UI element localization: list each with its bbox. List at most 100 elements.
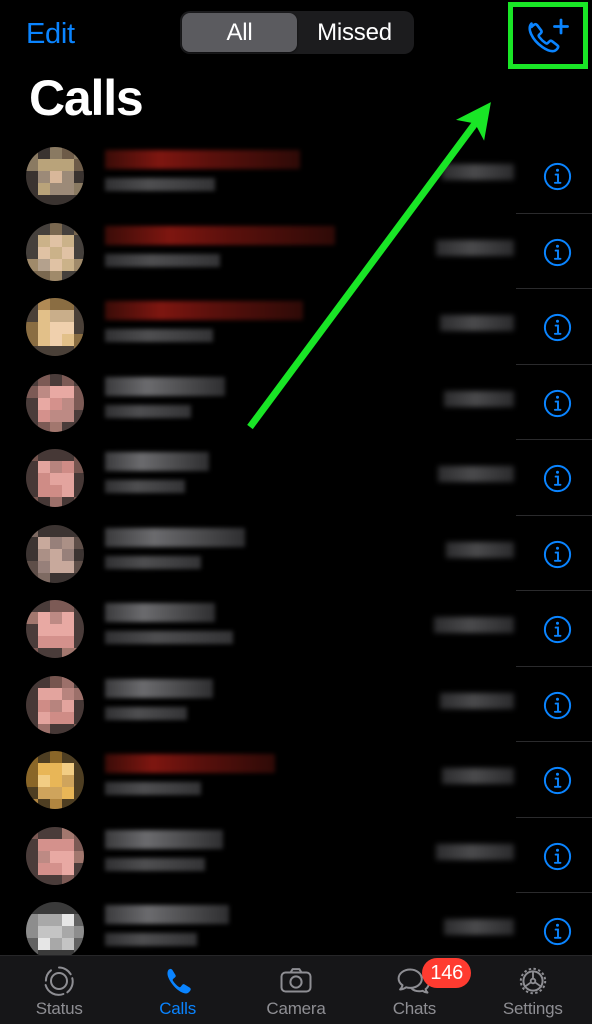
avatar-pixel (38, 902, 50, 914)
avatar-pixel (74, 421, 84, 432)
avatar-pixel (74, 838, 84, 851)
avatar-pixel (50, 322, 62, 334)
call-row-text (105, 678, 213, 720)
avatar (26, 751, 84, 809)
info-circle-icon (543, 162, 572, 191)
call-row[interactable] (0, 289, 592, 365)
info-button[interactable] (543, 540, 572, 569)
avatar-pixel (50, 397, 62, 410)
avatar-pixel (74, 310, 84, 322)
avatar-pixel (50, 270, 62, 281)
avatar-pixel (62, 799, 74, 809)
avatar (26, 147, 84, 205)
info-button[interactable] (543, 917, 572, 946)
info-button[interactable] (543, 766, 572, 795)
call-row-text (105, 829, 223, 871)
avatar-pixel (26, 699, 38, 712)
new-call-button[interactable] (508, 2, 588, 69)
info-button[interactable] (543, 162, 572, 191)
info-circle-icon (543, 389, 572, 417)
segment-all[interactable]: All (182, 13, 297, 52)
edit-button[interactable]: Edit (26, 18, 75, 51)
segment-missed[interactable]: Missed (297, 13, 412, 52)
call-subtitle-redacted (105, 329, 213, 342)
avatar-pixel (26, 723, 38, 734)
call-row[interactable] (0, 214, 592, 289)
avatar-pixel (38, 246, 50, 259)
avatar-pixel (74, 763, 84, 775)
tab-chats[interactable]: Chats 146 (355, 956, 473, 1024)
avatar-pixel (62, 536, 74, 549)
calls-filter-segmented-control[interactable]: All Missed (180, 11, 414, 54)
tab-calls[interactable]: Calls (118, 956, 236, 1024)
avatar-pixel (50, 346, 62, 356)
avatar-pixel (38, 926, 50, 938)
info-button[interactable] (543, 313, 572, 342)
avatar-pixel (38, 449, 50, 461)
avatar-pixel (38, 258, 50, 271)
call-row[interactable] (0, 365, 592, 440)
avatar-pixel (62, 473, 74, 485)
avatar-pixel (62, 346, 74, 356)
avatar-pixel (38, 751, 50, 763)
avatar-pixel (74, 787, 84, 799)
avatar-pixel (26, 171, 38, 183)
avatar-pixel (50, 600, 62, 612)
avatar-pixel (26, 751, 38, 763)
avatar-pixel (62, 826, 74, 839)
info-circle-icon (543, 313, 572, 342)
avatar-pixel (62, 624, 74, 636)
tab-camera[interactable]: Camera (237, 956, 355, 1024)
info-button[interactable] (543, 464, 572, 493)
avatar-pixel (50, 258, 62, 271)
info-button[interactable] (543, 615, 572, 644)
avatar-pixel (74, 246, 84, 259)
tab-settings[interactable]: Settings (474, 956, 592, 1024)
info-circle-icon (543, 615, 572, 644)
call-row[interactable] (0, 742, 592, 818)
avatar (26, 675, 84, 734)
avatar (26, 826, 84, 885)
calls-list[interactable] (0, 138, 592, 956)
info-circle-icon (543, 766, 572, 795)
avatar-pixel (62, 322, 74, 334)
info-button[interactable] (543, 238, 572, 267)
avatar-pixel (38, 687, 50, 700)
info-button[interactable] (543, 389, 572, 418)
avatar-pixel (74, 222, 84, 235)
call-row[interactable] (0, 667, 592, 742)
tab-label: Status (35, 999, 83, 1018)
tab-bar[interactable]: Status Calls Camera Chats 146 Settings (0, 955, 592, 1024)
camera-icon (279, 964, 313, 998)
call-row[interactable] (0, 440, 592, 516)
avatar-pixel (26, 258, 38, 271)
avatar-pixel (62, 787, 74, 799)
info-button[interactable] (543, 691, 572, 720)
call-row-text (105, 452, 209, 493)
avatar-pixel (74, 183, 84, 195)
call-row[interactable] (0, 138, 592, 214)
tab-label: Calls (159, 999, 196, 1018)
avatar-pixel (62, 524, 74, 537)
avatar-pixel (38, 234, 50, 247)
avatar-pixel (38, 385, 50, 398)
call-subtitle-redacted (105, 178, 215, 191)
tab-status[interactable]: Status (0, 956, 118, 1024)
call-subtitle-redacted (105, 631, 233, 644)
call-row[interactable] (0, 893, 592, 956)
avatar-pixel (26, 373, 38, 386)
avatar-pixel (26, 914, 38, 926)
avatar-pixel (26, 675, 38, 688)
avatar-pixel (74, 751, 84, 763)
contact-name-redacted (105, 225, 335, 245)
avatar-pixel (62, 838, 74, 851)
avatar-pixel (62, 926, 74, 938)
call-row[interactable] (0, 591, 592, 667)
avatar-pixel (62, 449, 74, 461)
avatar-pixel (62, 373, 74, 386)
avatar (26, 902, 84, 956)
info-button[interactable] (543, 842, 572, 871)
call-row[interactable] (0, 818, 592, 893)
call-subtitle-redacted (105, 933, 197, 946)
call-row[interactable] (0, 516, 592, 591)
